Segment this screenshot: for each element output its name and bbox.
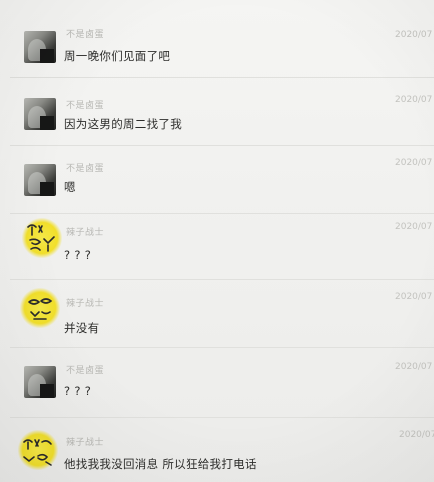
message-text: 并没有 bbox=[64, 321, 100, 335]
message-item[interactable]: 辣子战士 他找我我没回消息 所以狂给我打电话 2020/07 bbox=[0, 418, 434, 482]
sender-name: 辣子战士 bbox=[66, 228, 105, 238]
avatar[interactable] bbox=[24, 31, 56, 63]
sender-name: 辣子战士 bbox=[66, 299, 105, 309]
message-time: 2020/07 bbox=[395, 292, 433, 302]
avatar[interactable] bbox=[22, 218, 62, 258]
chat-screenshot-photo: 不是卤蛋 周一晚你们见面了吧 2020/07 不是卤蛋 因为这男的周二找了我 2… bbox=[0, 0, 434, 482]
message-text: 周一晚你们见面了吧 bbox=[64, 49, 171, 63]
message-text: 他找我我没回消息 所以狂给我打电话 bbox=[64, 457, 257, 471]
doodle-avatar-icon bbox=[23, 439, 52, 466]
message-item[interactable]: 辣子战士 并没有 2020/07 bbox=[0, 280, 434, 348]
message-time: 2020/07 bbox=[395, 95, 433, 105]
message-item[interactable]: 辣子战士 ? ? ? 2020/07 bbox=[0, 212, 434, 280]
sender-name: 辣子战士 bbox=[66, 438, 105, 448]
message-item[interactable]: 不是卤蛋 因为这男的周二找了我 2020/07 bbox=[0, 78, 434, 146]
message-time: 2020/07 bbox=[395, 222, 433, 232]
avatar[interactable] bbox=[24, 98, 56, 130]
message-item[interactable]: 不是卤蛋 嗯 2020/07 bbox=[0, 146, 434, 214]
message-text: ? ? ? bbox=[64, 248, 92, 262]
message-item[interactable]: 不是卤蛋 ? ? ? 2020/07 bbox=[0, 350, 434, 418]
message-text: 嗯 bbox=[64, 180, 76, 194]
message-item[interactable]: 不是卤蛋 周一晚你们见面了吧 2020/07 bbox=[0, 10, 434, 78]
doodle-avatar-icon bbox=[27, 224, 55, 252]
sender-name: 不是卤蛋 bbox=[66, 101, 105, 111]
message-time: 2020/07 bbox=[395, 158, 433, 168]
message-time: 2020/07 bbox=[395, 362, 433, 372]
doodle-avatar-icon bbox=[28, 298, 53, 320]
message-text: 因为这男的周二找了我 bbox=[64, 117, 182, 131]
message-text: ? ? ? bbox=[64, 384, 92, 398]
message-time: 2020/07 bbox=[399, 430, 434, 440]
avatar[interactable] bbox=[20, 288, 60, 328]
message-time: 2020/07 bbox=[395, 30, 433, 40]
sender-name: 不是卤蛋 bbox=[66, 164, 105, 174]
avatar[interactable] bbox=[24, 164, 56, 196]
avatar[interactable] bbox=[24, 366, 56, 398]
avatar[interactable] bbox=[18, 430, 58, 470]
sender-name: 不是卤蛋 bbox=[66, 366, 105, 376]
sender-name: 不是卤蛋 bbox=[66, 30, 105, 40]
message-list: 不是卤蛋 周一晚你们见面了吧 2020/07 不是卤蛋 因为这男的周二找了我 2… bbox=[0, 0, 434, 482]
